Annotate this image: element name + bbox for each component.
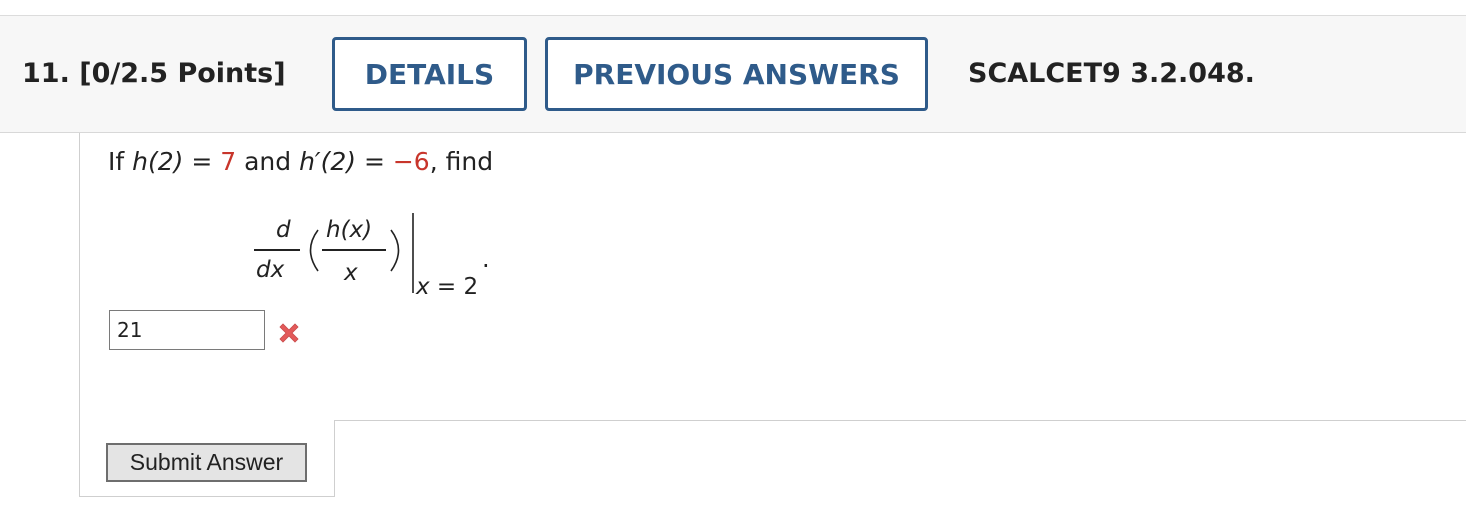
evaluation-condition: x = 2 bbox=[416, 274, 479, 300]
submit-answer-button[interactable]: Submit Answer bbox=[106, 443, 307, 482]
expression-period: . bbox=[482, 245, 490, 273]
question-panel: 11. [0/2.5 Points] DETAILS PREVIOUS ANSW… bbox=[0, 0, 1466, 528]
left-parenthesis bbox=[309, 229, 319, 272]
right-parenthesis bbox=[390, 229, 400, 272]
answer-input[interactable] bbox=[109, 310, 265, 350]
x-mark-icon bbox=[279, 323, 299, 343]
